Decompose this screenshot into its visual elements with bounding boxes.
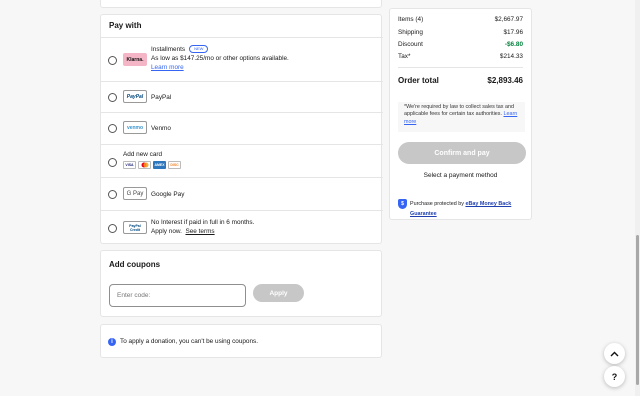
paypal-credit-label: No Interest if paid in full in 6 months. [151,219,255,226]
payment-option-google-pay[interactable]: G Pay Google Pay [101,177,383,210]
protection-text: Purchase protected by [410,201,464,207]
items-value: $2,667.97 [494,16,523,23]
tax-label: Tax* [398,53,411,60]
mastercard-icon [138,161,151,169]
page-scrollbar[interactable] [635,0,640,396]
scrollbar-thumb[interactable] [636,235,639,385]
discount-value: -$6.80 [504,41,523,48]
radio-google-pay[interactable] [108,190,117,199]
radio-paypal[interactable] [108,93,117,102]
radio-klarna[interactable] [108,56,117,65]
paypal-label: PayPal [151,94,172,101]
tax-value: $214.33 [499,53,523,60]
shipping-label: Shipping [398,29,423,36]
paypal-credit-logo: PayPal Credit [123,221,147,234]
checkout-page: Pay with Klarna. Installments NEW As low … [0,0,640,396]
coupons-section: Add coupons Apply [100,250,382,317]
google-pay-logo: G Pay [123,187,147,200]
radio-venmo[interactable] [108,124,117,133]
coupon-code-input[interactable] [109,284,246,307]
summary-shipping-row: Shipping $17.96 [398,29,523,36]
tax-notice: *We're required by law to collect sales … [398,102,525,132]
summary-tax-row: Tax* $214.33 [398,53,523,60]
new-card-label: Add new card [123,151,163,158]
paypal-logo: PayPal [123,90,147,103]
confirm-and-pay-button[interactable]: Confirm and pay [398,142,526,164]
card-brands: VISA AMEX DISC [123,161,181,169]
shield-icon: $ [398,199,407,209]
select-payment-hint: Select a payment method [423,172,498,179]
payment-option-paypal[interactable]: PayPal PayPal [101,81,383,112]
shipping-value: $17.96 [503,29,523,36]
scroll-to-top-button[interactable] [604,343,625,364]
summary-items-row: Items (4) $2,667.97 [398,16,523,23]
payment-option-klarna[interactable]: Klarna. Installments NEW As low as $147.2… [101,37,383,81]
help-button[interactable]: ? [604,366,625,387]
paypal-credit-apply-text: Apply now. [151,228,182,235]
radio-new-card[interactable] [108,158,117,167]
google-pay-label: Google Pay [151,191,185,198]
items-label: Items (4) [398,16,424,23]
radio-paypal-credit[interactable] [108,224,117,233]
coupons-title: Add coupons [109,260,161,269]
donation-notice: i To apply a donation, you can't be usin… [100,324,382,358]
discount-label: Discount [398,41,423,48]
order-total-value: $2,893.46 [487,76,523,85]
amex-icon: AMEX [153,161,166,169]
klarna-logo: Klarna. [123,53,147,66]
discover-icon: DISC [168,161,181,169]
see-terms-link[interactable]: See terms [185,228,214,235]
question-icon: ? [611,371,618,382]
new-badge: NEW [189,45,209,54]
chevron-up-icon [610,351,619,356]
payment-option-new-card[interactable]: Add new card VISA AMEX DISC [101,144,383,177]
pay-with-title: Pay with [109,21,142,30]
donation-text: To apply a donation, you can't be using … [120,338,259,345]
summary-discount-row: Discount -$6.80 [398,41,523,48]
klarna-description: As low as $147.25/mo or other options av… [151,55,289,62]
tax-notice-text: *We're required by law to collect sales … [404,104,514,118]
payment-option-paypal-credit[interactable]: PayPal Credit No Interest if paid in ful… [101,210,383,245]
klarna-label: Installments [151,46,186,53]
apply-coupon-button[interactable]: Apply [253,284,304,302]
venmo-label: Venmo [151,125,171,132]
summary-divider [398,67,523,68]
venmo-logo: venmo [123,121,147,134]
klarna-learn-more-link[interactable]: Learn more [151,64,184,71]
previous-section-card [100,0,382,8]
payment-option-venmo[interactable]: venmo Venmo [101,112,383,144]
info-icon: i [108,338,116,346]
order-total-row: Order total $2,893.46 [398,76,523,85]
order-total-label: Order total [398,76,439,85]
purchase-protection: Purchase protected by eBay Money Back Gu… [410,199,525,219]
pay-with-section: Pay with Klarna. Installments NEW As low … [100,14,383,245]
visa-icon: VISA [123,161,136,169]
order-summary: Items (4) $2,667.97 Shipping $17.96 Disc… [389,8,532,220]
